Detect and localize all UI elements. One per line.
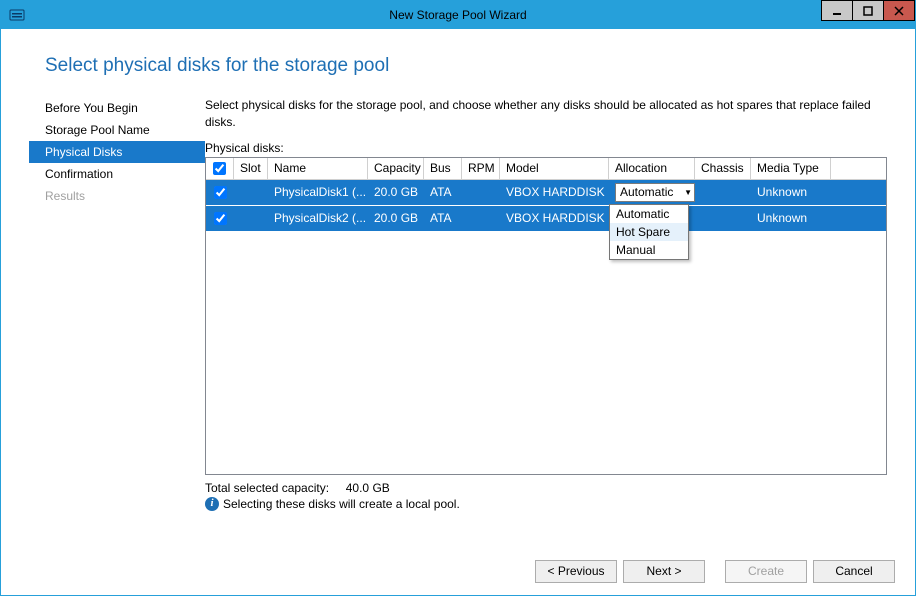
row-checkbox-cell	[206, 186, 234, 199]
column-header-rpm[interactable]: RPM	[462, 158, 500, 179]
next-button[interactable]: Next >	[623, 560, 705, 583]
column-header-chassis[interactable]: Chassis	[695, 158, 751, 179]
allocation-value: Automatic	[620, 185, 673, 199]
allocation-combobox[interactable]: Automatic ▼	[615, 183, 695, 202]
maximize-button[interactable]	[852, 0, 884, 21]
previous-button[interactable]: < Previous	[535, 560, 617, 583]
column-header-model[interactable]: Model	[500, 158, 609, 179]
right-pane: Select physical disks for the storage po…	[205, 97, 887, 547]
step-confirmation[interactable]: Confirmation	[29, 163, 205, 185]
row-capacity: 20.0 GB	[368, 185, 424, 199]
select-all-checkbox[interactable]	[213, 162, 226, 175]
app-icon	[7, 5, 27, 25]
step-before-you-begin[interactable]: Before You Begin	[29, 97, 205, 119]
column-header-capacity[interactable]: Capacity	[368, 158, 424, 179]
grid-header: Slot Name Capacity Bus RPM Model Allocat…	[206, 158, 886, 180]
column-header-name[interactable]: Name	[268, 158, 368, 179]
total-capacity-row: Total selected capacity: 40.0 GB	[205, 481, 887, 495]
disk-row[interactable]: PhysicalDisk1 (... 20.0 GB ATA VBOX HARD…	[206, 180, 886, 206]
row-allocation: Automatic ▼	[609, 183, 695, 202]
column-header-checkbox[interactable]	[206, 158, 234, 179]
row-media: Unknown	[751, 185, 831, 199]
content-area: Select physical disks for the storage po…	[1, 29, 915, 547]
instruction-text: Select physical disks for the storage po…	[205, 97, 887, 131]
step-physical-disks[interactable]: Physical Disks	[29, 141, 205, 163]
row-media: Unknown	[751, 211, 831, 225]
step-storage-pool-name[interactable]: Storage Pool Name	[29, 119, 205, 141]
row-model: VBOX HARDDISK	[500, 211, 609, 225]
row-bus: ATA	[424, 185, 462, 199]
close-button[interactable]	[883, 0, 915, 21]
summary: Total selected capacity: 40.0 GB i Selec…	[205, 481, 887, 511]
info-icon: i	[205, 497, 219, 511]
create-button: Create	[725, 560, 807, 583]
wizard-buttons: < Previous Next > Create Cancel	[1, 547, 915, 595]
row-checkbox-cell	[206, 212, 234, 225]
column-header-media[interactable]: Media Type	[751, 158, 831, 179]
row-model: VBOX HARDDISK	[500, 185, 609, 199]
page-title: Select physical disks for the storage po…	[45, 55, 887, 77]
main-row: Before You Begin Storage Pool Name Physi…	[29, 97, 887, 547]
minimize-button[interactable]	[821, 0, 853, 21]
total-capacity-label: Total selected capacity:	[205, 481, 329, 495]
column-header-bus[interactable]: Bus	[424, 158, 462, 179]
info-line: i Selecting these disks will create a lo…	[205, 497, 887, 511]
total-capacity-value: 40.0 GB	[346, 481, 390, 495]
window-title: New Storage Pool Wizard	[1, 8, 915, 22]
allocation-option-hot-spare[interactable]: Hot Spare	[610, 223, 688, 241]
wizard-steps: Before You Begin Storage Pool Name Physi…	[29, 97, 205, 547]
info-text: Selecting these disks will create a loca…	[223, 497, 460, 511]
step-results: Results	[29, 185, 205, 207]
disk-row[interactable]: PhysicalDisk2 (... 20.0 GB ATA VBOX HARD…	[206, 206, 886, 232]
row-capacity: 20.0 GB	[368, 211, 424, 225]
physical-disks-label: Physical disks:	[205, 141, 887, 155]
row-checkbox[interactable]	[214, 186, 227, 199]
chevron-down-icon: ▼	[684, 188, 692, 197]
wizard-window: New Storage Pool Wizard Select physical …	[0, 0, 916, 596]
cancel-button[interactable]: Cancel	[813, 560, 895, 583]
column-header-allocation[interactable]: Allocation	[609, 158, 695, 179]
window-controls	[822, 0, 915, 21]
row-bus: ATA	[424, 211, 462, 225]
row-name: PhysicalDisk2 (...	[268, 211, 368, 225]
column-header-slot[interactable]: Slot	[234, 158, 268, 179]
row-name: PhysicalDisk1 (...	[268, 185, 368, 199]
allocation-dropdown: Automatic Hot Spare Manual	[609, 204, 689, 260]
allocation-option-manual[interactable]: Manual	[610, 241, 688, 259]
column-header-tail	[831, 158, 886, 179]
row-checkbox[interactable]	[214, 212, 227, 225]
allocation-option-automatic[interactable]: Automatic	[610, 205, 688, 223]
titlebar: New Storage Pool Wizard	[1, 1, 915, 29]
physical-disks-grid: Slot Name Capacity Bus RPM Model Allocat…	[205, 157, 887, 475]
